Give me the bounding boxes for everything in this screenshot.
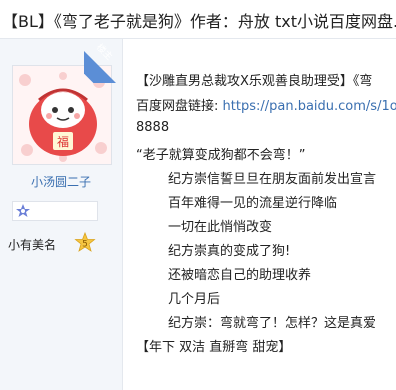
content-line: 百年难得一见的流星逆行降临	[168, 196, 338, 211]
content-line: 【年下 双洁 直掰弯 甜宠】	[136, 340, 292, 355]
content-line: 纪方崇真的变成了狗!	[168, 244, 291, 259]
svg-text:福: 福	[57, 134, 69, 149]
author-sidebar: 福 小汤圆二子 小有美名 5	[0, 39, 123, 390]
badge-level-icon: 5	[74, 232, 96, 252]
baidu-link[interactable]: https://pan.baidu.com/s/1o	[223, 99, 396, 114]
level-icon	[16, 204, 30, 217]
username[interactable]: 小汤圆二子	[0, 173, 122, 190]
level-box	[12, 201, 98, 221]
post-title: 【BL】《弯了老子就是狗》作者：舟放 txt小说百度网盘...	[2, 12, 396, 31]
post-title-bar: 【BL】《弯了老子就是狗》作者：舟放 txt小说百度网盘...	[0, 0, 396, 39]
content-line: 【沙雕直男总裁攻X乐观善良助理受】《弯	[136, 74, 373, 89]
floor-tag-label: 楼主	[94, 42, 114, 63]
content-line: 一切在此悄悄改变	[168, 220, 273, 235]
content-line: 纪方崇：弯就弯了！怎样？这是真爱	[168, 316, 377, 331]
content-line: 纪方崇信誓旦旦在朋友面前发出宣言	[168, 172, 377, 187]
content-line: 百度网盘链接: https://pan.baidu.com/s/1o	[136, 95, 396, 114]
badge-label: 小有美名	[8, 238, 57, 252]
content-line: “老子就算变成狗都不会弯！”	[136, 148, 306, 163]
content-line: 几个月后	[168, 292, 221, 307]
badge-level: 5	[82, 240, 88, 250]
floor-tag: 楼主	[84, 39, 128, 83]
content-line: 还被暗恋自己的助理收养	[168, 268, 312, 283]
content-line: 8888	[136, 120, 170, 135]
link-label: 百度网盘链接:	[136, 99, 223, 114]
